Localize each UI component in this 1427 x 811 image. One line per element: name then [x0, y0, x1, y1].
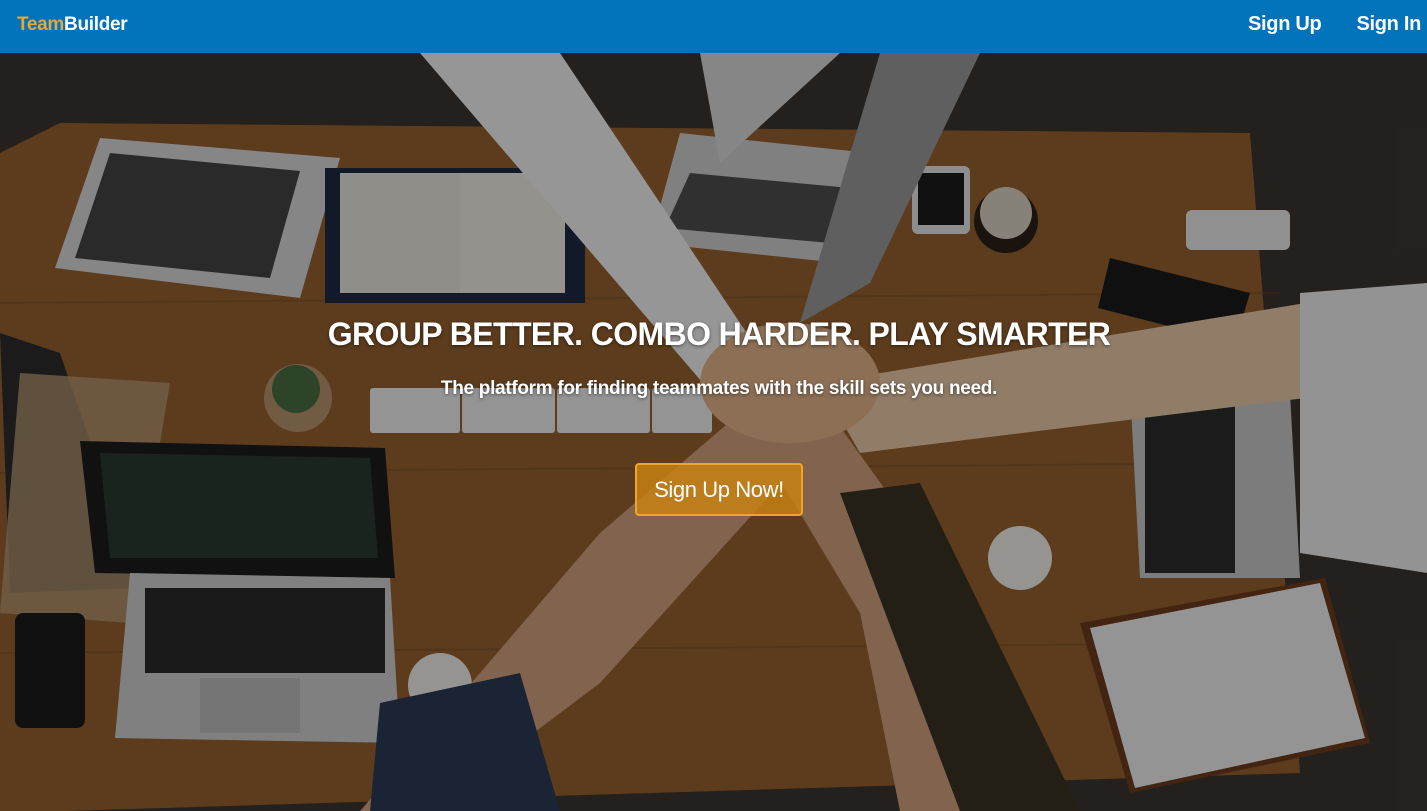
top-navbar: TeamBuilder Sign Up Sign In	[0, 0, 1427, 53]
nav-sign-up-link[interactable]: Sign Up	[1248, 13, 1322, 36]
nav-sign-in-link[interactable]: Sign In	[1356, 13, 1421, 36]
brand-logo-team: Team	[17, 14, 65, 35]
hero-section: GROUP BETTER. COMBO HARDER. PLAY SMARTER…	[0, 53, 1427, 811]
sign-up-now-button[interactable]: Sign Up Now!	[635, 463, 803, 516]
hero-dark-overlay	[0, 53, 1427, 811]
nav-links: Sign Up Sign In	[1248, 13, 1421, 36]
brand-logo-builder: Builder	[64, 14, 128, 35]
brand-logo[interactable]: TeamBuilder	[17, 14, 128, 36]
hero-title: GROUP BETTER. COMBO HARDER. PLAY SMARTER	[327, 316, 1111, 352]
hero-subtitle: The platform for finding teammates with …	[440, 378, 998, 399]
